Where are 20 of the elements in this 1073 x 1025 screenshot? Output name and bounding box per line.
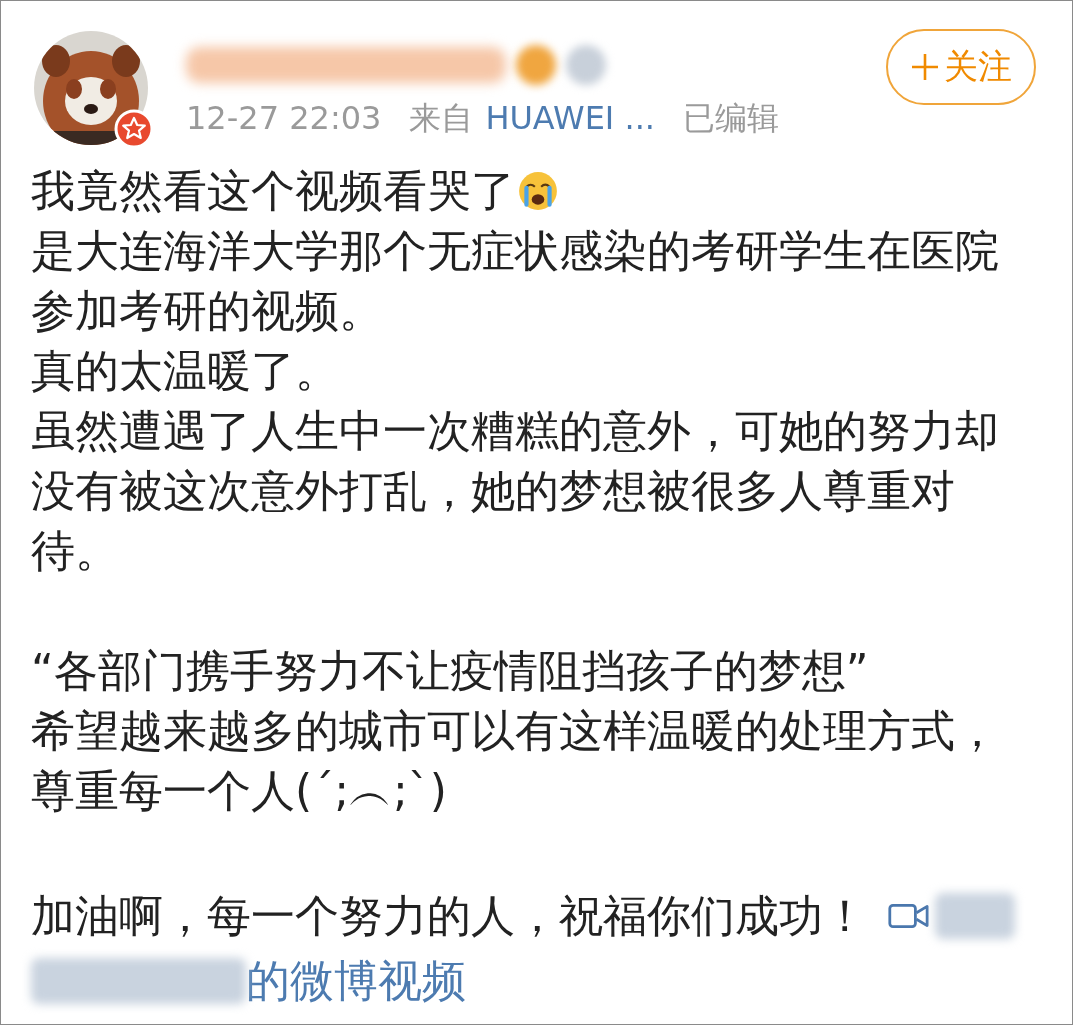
follow-button[interactable]: 关注: [886, 29, 1036, 105]
post-text: “各部门携手努力不让疫情阻挡孩子的梦想”: [31, 643, 869, 698]
post-text: 待。: [31, 523, 119, 578]
post-text: 加油啊，每一个努力的人，祝福你们成功！: [31, 888, 867, 943]
post-text: 尊重每一个人(´;︵;`): [31, 763, 447, 818]
redacted-badge-icon: [566, 45, 606, 85]
post-text: 是大连海洋大学那个无症状感染的考研学生在医院: [31, 223, 999, 278]
plus-icon: [910, 52, 940, 82]
post-text: 虽然遭遇了人生中一次糟糕的意外，可她的努力却: [31, 403, 999, 458]
post-text: 参加考研的视频。: [31, 283, 383, 338]
source-label: 来自: [409, 98, 474, 139]
video-link[interactable]: 的微博视频: [246, 951, 466, 1011]
post-time: 12-27 22:03: [186, 99, 382, 137]
redacted-badge-icon: [516, 45, 556, 85]
post-text: 我竟然看这个视频看哭了: [31, 163, 515, 218]
source-link[interactable]: HUAWEI ...: [485, 99, 655, 137]
edited-label: 已编辑: [683, 98, 779, 139]
post-text: 真的太温暖了。: [31, 343, 339, 398]
post-text: 希望越来越多的城市可以有这样温暖的处理方式，: [31, 703, 999, 758]
post-text: 没有被这次意外打乱，她的梦想被很多人尊重对: [31, 463, 955, 518]
